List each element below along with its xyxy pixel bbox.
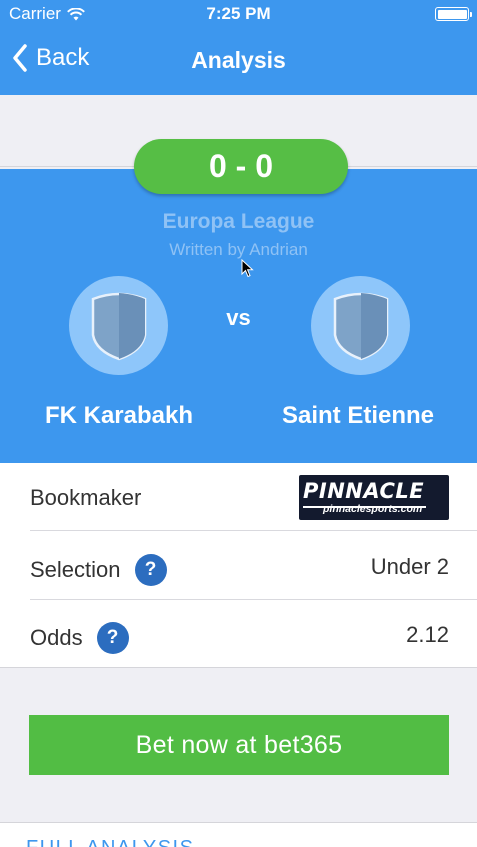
full-analysis-link[interactable]: FULL ANALYSIS [26,837,194,847]
selection-value: Under 2 [370,554,449,579]
home-team-name: FK Karabakh [44,402,194,429]
selection-row: Selection ? Under 2 [30,532,477,600]
status-bar: Carrier 7:25 PM [0,0,477,28]
full-analysis-section: FULL ANALYSIS [0,822,477,847]
competition-label: Europa League [162,210,315,233]
selection-label: Selection [30,557,121,582]
clock: 7:25 PM [206,4,271,23]
bookmaker-logo-text: PINNACLE [303,479,427,508]
shield-icon [333,292,388,360]
bookmaker-label: Bookmaker [30,485,142,510]
selection-help-icon[interactable]: ? [134,554,167,586]
odds-help-icon[interactable]: ? [96,622,129,654]
bookmaker-row: Bookmaker PINNACLE pinnaclesports.com [30,463,477,531]
bet-now-button[interactable]: Bet now at bet365 [29,715,449,775]
away-team-name: Saint Etienne [281,402,435,429]
cursor-icon [241,259,254,278]
author-label: Written by Andrian [169,240,308,259]
odds-value: 2.12 [406,622,449,647]
away-team-crest [311,276,410,375]
odds-row: Odds ? 2.12 [30,600,477,668]
odds-label: Odds [30,625,83,650]
bet-details: Bookmaker PINNACLE pinnaclesports.com Se… [0,463,477,668]
bookmaker-logo-sub: pinnaclesports.com [323,503,423,515]
nav-bar: Back Analysis [0,38,477,84]
header: Carrier 7:25 PM Back Analysis [0,0,477,95]
score-badge: 0 - 0 [134,139,348,194]
page-title: Analysis [191,47,286,73]
battery-icon [435,7,472,21]
bookmaker-logo[interactable]: PINNACLE pinnaclesports.com [299,475,449,520]
